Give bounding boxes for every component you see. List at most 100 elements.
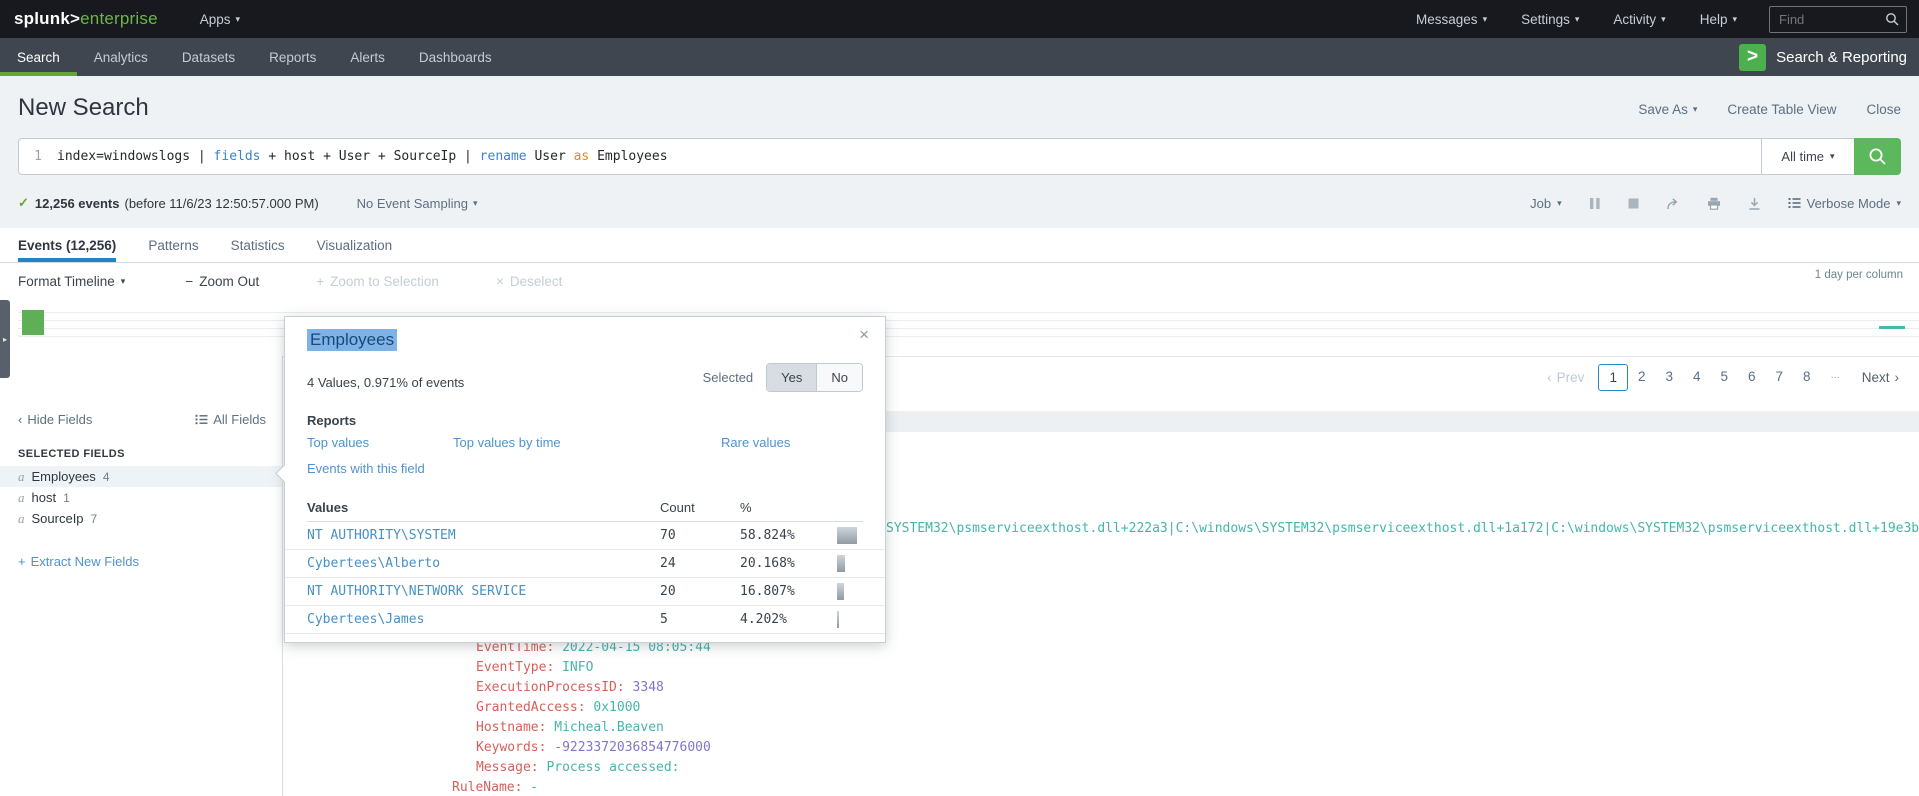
values-table-header: Values Count %	[307, 497, 863, 522]
find-box[interactable]	[1769, 5, 1907, 33]
selected-label: Selected	[702, 370, 754, 385]
results-tab[interactable]: Patterns	[148, 228, 198, 262]
selected-yes-button[interactable]: Yes	[767, 364, 817, 391]
report-link[interactable]: Top values	[307, 435, 453, 450]
event-field-value[interactable]: -9223372036854776000	[554, 740, 711, 755]
value-link[interactable]: NT AUTHORITY\NETWORK SERVICE	[307, 584, 526, 599]
results-tab[interactable]: Statistics	[231, 228, 285, 262]
topbar-menu-item[interactable]: Help ▾	[1700, 12, 1737, 27]
popup-field-title[interactable]: Employees	[307, 329, 398, 351]
verbose-mode-menu[interactable]: Verbose Mode ▾	[1788, 196, 1901, 211]
results-tab[interactable]: Visualization	[317, 228, 393, 262]
event-detail-line[interactable]: Keywords: -9223372036854776000	[452, 738, 711, 758]
extract-new-fields-link[interactable]: + Extract New Fields	[18, 554, 139, 569]
print-icon[interactable]	[1707, 197, 1721, 210]
event-field-value[interactable]: Process accessed:	[546, 760, 679, 775]
event-raw-text[interactable]: SYSTEM32\psmserviceexthost.dll+222a3|C:\…	[886, 521, 1919, 536]
next-page-button[interactable]: Next ›	[1862, 370, 1899, 385]
results-tab[interactable]: Events (12,256)	[18, 228, 117, 262]
field-row[interactable]: a SourceIp 7	[0, 508, 282, 529]
page-number[interactable]: 6	[1738, 364, 1766, 391]
event-field-value[interactable]: 3348	[633, 680, 664, 695]
pause-icon[interactable]	[1589, 197, 1601, 210]
search-icon[interactable]	[1885, 12, 1899, 26]
create-table-view-button[interactable]: Create Table View	[1727, 102, 1836, 117]
download-icon[interactable]	[1748, 197, 1761, 210]
page-number[interactable]: 5	[1711, 364, 1739, 391]
event-detail-line[interactable]: Message: Process accessed:	[452, 758, 711, 778]
search-button[interactable]	[1854, 138, 1901, 175]
timeline-scale-note: 1 day per column	[1814, 269, 1903, 281]
page-number[interactable]: ...	[1821, 364, 1850, 391]
caret-down-icon: ▾	[472, 197, 478, 208]
event-field-key[interactable]: Hostname:	[476, 720, 546, 735]
job-menu[interactable]: Job ▾	[1530, 196, 1562, 211]
page-number[interactable]: 3	[1655, 364, 1683, 391]
search-query[interactable]: index=windowslogs | fields + host + User…	[57, 149, 668, 164]
format-timeline-menu[interactable]: Format Timeline ▾	[18, 274, 125, 289]
event-field-key[interactable]: GrantedAccess:	[476, 700, 586, 715]
close-button[interactable]: Close	[1866, 102, 1901, 117]
deselect-button[interactable]: × Deselect	[496, 274, 562, 289]
topbar-menu-item[interactable]: Activity ▾	[1613, 12, 1665, 27]
report-link[interactable]: Top values by time	[453, 435, 721, 450]
event-field-key[interactable]: ExecutionProcessID:	[476, 680, 625, 695]
time-range-picker[interactable]: All time ▾	[1761, 138, 1854, 175]
event-field-value[interactable]: -	[530, 780, 538, 795]
app-nav-item[interactable]: Datasets	[165, 38, 252, 76]
event-detail-line[interactable]: EventType: INFO	[452, 658, 711, 678]
app-nav-item[interactable]: Dashboards	[402, 38, 509, 76]
value-sparkbar	[837, 555, 845, 572]
popup-close-icon[interactable]: ×	[859, 325, 869, 345]
hide-fields-link[interactable]: ‹ Hide Fields	[18, 412, 92, 427]
event-field-key[interactable]: Message:	[476, 760, 539, 775]
events-with-field-link[interactable]: Events with this field	[307, 461, 425, 476]
zoom-to-selection-button[interactable]: + Zoom to Selection	[316, 274, 439, 289]
event-detail-line[interactable]: GrantedAccess: 0x1000	[452, 698, 711, 718]
page-number[interactable]: 2	[1628, 364, 1656, 391]
selected-no-button[interactable]: No	[816, 364, 862, 391]
page-number[interactable]: 7	[1766, 364, 1794, 391]
event-field-key[interactable]: Keywords:	[476, 740, 546, 755]
timeline-histogram-bar-small[interactable]	[1879, 326, 1905, 329]
field-row[interactable]: a Employees 4	[0, 466, 282, 487]
event-field-value[interactable]: INFO	[562, 660, 593, 675]
event-detail-line[interactable]: Hostname: Micheal.Beaven	[452, 718, 711, 738]
apps-menu[interactable]: Apps ▾	[200, 12, 240, 27]
app-nav-label: Alerts	[350, 49, 385, 65]
event-detail-line[interactable]: RuleName: -	[452, 778, 711, 796]
event-field-key[interactable]: EventType:	[476, 660, 554, 675]
report-link[interactable]: Rare values	[721, 435, 790, 450]
timeline-histogram-bar[interactable]	[22, 310, 44, 335]
page-number[interactable]: 4	[1683, 364, 1711, 391]
logo-gt: >	[70, 9, 81, 28]
app-nav-item[interactable]: Reports	[252, 38, 333, 76]
app-nav-item[interactable]: Analytics	[77, 38, 165, 76]
event-sampling-menu[interactable]: No Event Sampling ▾	[357, 196, 478, 211]
value-link[interactable]: Cybertees\James	[307, 612, 424, 627]
page-number[interactable]: 1	[1598, 364, 1628, 391]
topbar-menu-item[interactable]: Messages ▾	[1416, 12, 1487, 27]
topbar-menu-item[interactable]: Settings ▾	[1521, 12, 1579, 27]
prev-page-button[interactable]: ‹ Prev	[1547, 370, 1584, 385]
page-number[interactable]: 8	[1793, 364, 1821, 391]
event-detail-line[interactable]: ExecutionProcessID: 3348	[452, 678, 711, 698]
splunk-logo[interactable]: splunk>enterprise	[14, 9, 158, 29]
field-row[interactable]: a host 1	[0, 487, 282, 508]
save-as-menu[interactable]: Save As ▾	[1638, 102, 1697, 117]
event-field-value[interactable]: Micheal.Beaven	[554, 720, 664, 735]
app-nav-item[interactable]: Alerts	[333, 38, 402, 76]
timeline-collapse-handle[interactable]: ▸	[0, 300, 10, 378]
event-field-key[interactable]: RuleName:	[452, 780, 522, 795]
value-link[interactable]: Cybertees\Alberto	[307, 556, 440, 571]
value-link[interactable]: NT AUTHORITY\SYSTEM	[307, 528, 456, 543]
search-input[interactable]: 1 index=windowslogs | fields + host + Us…	[18, 138, 1761, 175]
event-field-value[interactable]: 0x1000	[593, 700, 640, 715]
app-nav-item[interactable]: Search	[0, 38, 77, 76]
stop-icon[interactable]	[1628, 198, 1639, 209]
zoom-out-button[interactable]: − Zoom Out	[185, 274, 259, 289]
current-app[interactable]: > Search & Reporting	[1739, 38, 1907, 76]
share-icon[interactable]	[1666, 197, 1680, 210]
all-fields-link[interactable]: All Fields	[195, 412, 266, 427]
find-input[interactable]	[1777, 10, 1885, 28]
